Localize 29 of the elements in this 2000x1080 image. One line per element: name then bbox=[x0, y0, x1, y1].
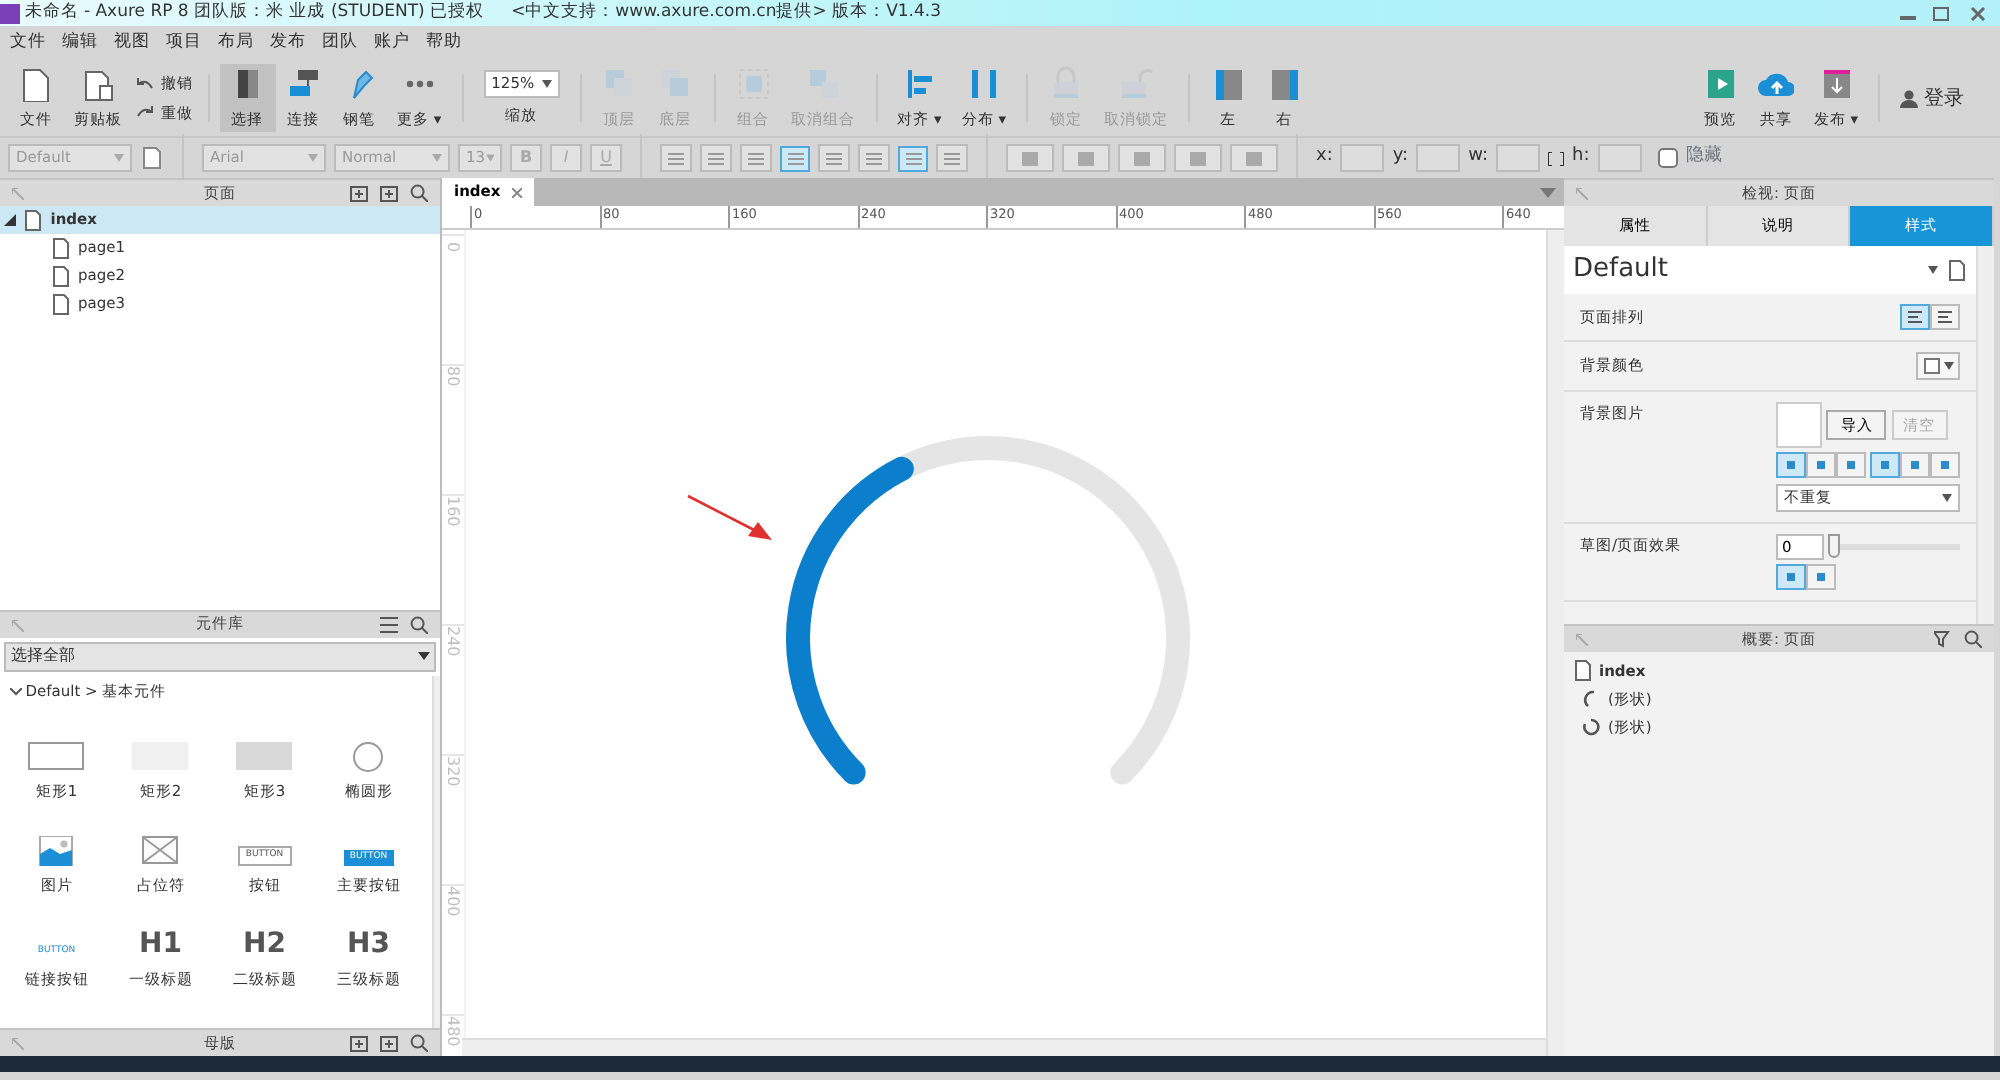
window-title: 未命名 - Axure RP 8 团队版：米 业成 (STUDENT) 已授权 bbox=[24, 0, 485, 26]
ruler-label: 320 bbox=[442, 756, 464, 787]
menu-item[interactable]: 发布 bbox=[270, 30, 306, 56]
coordinate-label: w: bbox=[1468, 144, 1488, 171]
library-dropdown[interactable]: 选择全部 bbox=[4, 641, 436, 672]
style-name: Default bbox=[1573, 252, 1668, 289]
ruler-label: 80 bbox=[442, 366, 464, 387]
heading-sample: H2 bbox=[243, 929, 286, 960]
heading-sample: H1 bbox=[139, 929, 182, 960]
coordinate-label: y: bbox=[1392, 144, 1409, 171]
menu-item[interactable]: 编辑 bbox=[62, 30, 98, 56]
coordinate-label: h: bbox=[1571, 144, 1590, 171]
window-subtitle: <中文支持：www.axure.com.cn提供> 版本：V1.4.3 bbox=[511, 0, 942, 26]
menu-item[interactable]: 视图 bbox=[114, 30, 150, 56]
menu-item[interactable]: 布局 bbox=[218, 30, 254, 56]
coordinate-label: x: bbox=[1316, 144, 1333, 171]
hidden-label: 隐藏 bbox=[1686, 144, 1723, 171]
menu-item[interactable]: 文件 bbox=[10, 30, 46, 56]
ruler-label: 480 bbox=[442, 1016, 464, 1047]
menu-item[interactable]: 帮助 bbox=[426, 30, 462, 56]
ruler-label: 0 bbox=[442, 241, 464, 252]
ruler-label: 240 bbox=[442, 626, 464, 657]
menu-item[interactable]: 账户 bbox=[374, 30, 410, 56]
ruler-label: 400 bbox=[442, 886, 464, 917]
login-button[interactable]: 登录 bbox=[1890, 64, 1974, 132]
heading-sample: H3 bbox=[347, 929, 390, 960]
menu-item[interactable]: 团队 bbox=[322, 30, 358, 56]
menu-item[interactable]: 项目 bbox=[166, 30, 202, 56]
ruler-label: 160 bbox=[442, 496, 464, 527]
